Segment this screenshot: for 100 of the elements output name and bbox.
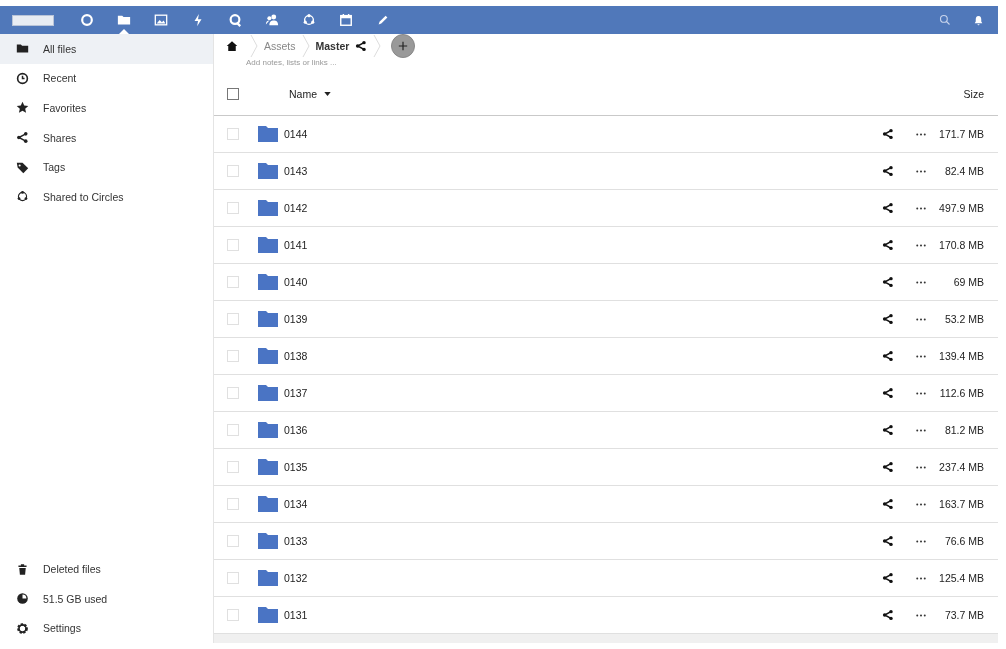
more-icon[interactable] xyxy=(916,428,926,432)
sidebar-item-label[interactable]: All files xyxy=(43,42,77,55)
file-size: 497.9 MB xyxy=(938,202,984,214)
file-size: 171.7 MB xyxy=(938,128,984,140)
more-icon[interactable] xyxy=(916,576,926,580)
breadcrumb-link[interactable]: Assets xyxy=(264,40,296,52)
folder-icon xyxy=(258,200,278,216)
chevron-icon xyxy=(250,34,258,58)
file-size: 163.7 MB xyxy=(938,498,984,510)
share-icon[interactable] xyxy=(882,313,894,325)
sidebar-item[interactable]: All files xyxy=(0,34,213,64)
more-icon[interactable] xyxy=(916,465,926,469)
more-icon[interactable] xyxy=(916,206,926,210)
share-icon xyxy=(16,131,29,145)
checkbox[interactable] xyxy=(227,88,239,100)
trash-icon xyxy=(16,562,29,576)
search-icon[interactable] xyxy=(939,14,951,26)
home-icon[interactable] xyxy=(226,40,238,52)
circles-icon xyxy=(16,190,29,204)
folder-icon xyxy=(258,126,278,142)
folder-icon xyxy=(258,163,278,179)
more-icon[interactable] xyxy=(916,613,926,617)
file-name[interactable]: 0141 xyxy=(284,239,308,251)
folder-icon xyxy=(258,311,278,327)
file-name[interactable]: 0135 xyxy=(284,461,308,473)
more-icon[interactable] xyxy=(916,243,926,247)
folder-icon xyxy=(16,42,29,56)
share-icon[interactable] xyxy=(882,128,894,140)
folder-icon xyxy=(258,237,278,253)
logo-icon[interactable] xyxy=(12,14,54,26)
sidebar-item-label[interactable]: Favorites xyxy=(43,102,87,114)
gear-icon xyxy=(16,621,29,635)
more-icon[interactable] xyxy=(916,502,926,506)
add-button[interactable] xyxy=(391,34,416,58)
chevron-icon xyxy=(301,34,310,58)
file-name[interactable]: 0134 xyxy=(284,498,308,510)
bell-icon[interactable] xyxy=(973,14,984,26)
folder-icon xyxy=(258,607,278,623)
star-icon xyxy=(16,101,29,115)
file-size: 76.6 MB xyxy=(943,535,984,547)
share-icon[interactable] xyxy=(355,40,368,52)
file-size: 73.7 MB xyxy=(943,609,984,621)
clock-icon xyxy=(16,71,29,85)
file-name[interactable]: 0144 xyxy=(284,128,308,140)
file-size: 170.8 MB xyxy=(938,239,984,251)
more-icon[interactable] xyxy=(916,354,926,358)
caret-icon[interactable] xyxy=(324,92,331,96)
file-name[interactable]: 0142 xyxy=(284,202,308,214)
more-icon[interactable] xyxy=(916,169,926,173)
folder-icon xyxy=(258,348,278,364)
share-icon[interactable] xyxy=(882,165,894,177)
share-icon[interactable] xyxy=(882,387,894,399)
more-icon[interactable] xyxy=(916,317,926,321)
share-icon[interactable] xyxy=(882,609,894,621)
file-name[interactable]: 0131 xyxy=(284,609,308,621)
file-name[interactable]: 0139 xyxy=(284,313,308,325)
folder-icon xyxy=(258,385,278,401)
folder-icon xyxy=(258,570,278,586)
folder-icon xyxy=(258,274,278,290)
file-size: 82.4 MB xyxy=(943,165,984,177)
file-name[interactable]: 0133 xyxy=(284,535,308,547)
tag-icon xyxy=(16,160,29,174)
share-icon[interactable] xyxy=(882,498,894,510)
breadcrumb-link[interactable]: Master xyxy=(315,40,350,52)
folder-icon xyxy=(258,459,278,475)
more-icon[interactable] xyxy=(916,132,926,136)
file-name[interactable]: 0132 xyxy=(284,572,308,584)
share-icon[interactable] xyxy=(882,424,894,436)
more-icon[interactable] xyxy=(916,280,926,284)
file-name[interactable]: 0137 xyxy=(284,387,308,399)
file-name[interactable]: 0138 xyxy=(284,350,308,362)
share-icon[interactable] xyxy=(882,276,894,288)
share-icon[interactable] xyxy=(882,535,894,547)
file-size: 69 MB xyxy=(952,276,984,288)
sidebar-item-label[interactable]: Tags xyxy=(43,161,66,174)
file-name[interactable]: 0143 xyxy=(284,165,308,177)
file-size: 53.2 MB xyxy=(943,313,984,325)
sidebar-item-label[interactable]: Deleted files xyxy=(43,563,101,575)
file-name[interactable]: 0136 xyxy=(284,424,308,436)
share-icon[interactable] xyxy=(882,239,894,251)
sidebar-item-label[interactable]: 51.5 GB used xyxy=(43,592,108,605)
share-icon[interactable] xyxy=(882,461,894,473)
column-header[interactable]: Size xyxy=(963,88,984,100)
share-icon[interactable] xyxy=(882,350,894,362)
sidebar-item-label[interactable]: Shares xyxy=(43,131,77,144)
sidebar-item-label[interactable]: Settings xyxy=(43,622,81,635)
share-icon[interactable] xyxy=(882,572,894,584)
more-icon[interactable] xyxy=(916,391,926,395)
file-size: 81.2 MB xyxy=(943,424,984,436)
column-header[interactable]: Name xyxy=(289,88,317,100)
folder-icon xyxy=(258,422,278,438)
sidebar-item-label[interactable]: Shared to Circles xyxy=(43,190,124,203)
pie-chart-icon xyxy=(16,592,29,606)
share-icon[interactable] xyxy=(882,202,894,214)
sidebar-item-label[interactable]: Recent xyxy=(43,72,77,85)
file-size: 112.6 MB xyxy=(938,387,984,399)
folder-icon xyxy=(258,533,278,549)
file-name[interactable]: 0140 xyxy=(284,276,308,288)
more-icon[interactable] xyxy=(916,539,926,543)
plus-icon xyxy=(398,41,409,51)
